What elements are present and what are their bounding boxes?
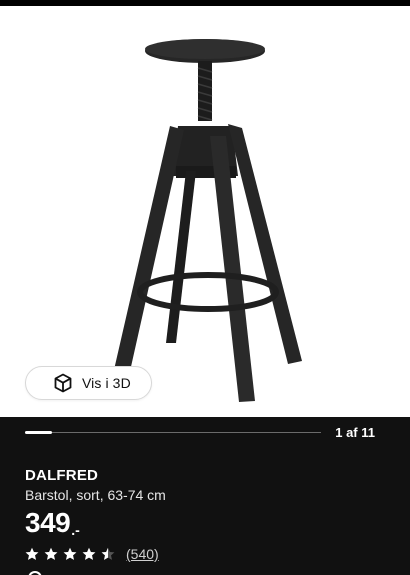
price-amount: 349	[25, 507, 71, 538]
product-name: DALFRED	[25, 467, 99, 484]
image-counter: 1 af 11	[335, 425, 375, 440]
product-price: 349 .-	[25, 506, 80, 540]
pager-track	[25, 432, 321, 433]
view-in-3d-label: Vis i 3D	[82, 375, 131, 391]
cube-icon	[54, 373, 72, 393]
product-description: Barstol, sort, 63-74 cm	[25, 487, 166, 503]
rating-stars	[25, 547, 120, 561]
product-image[interactable]	[0, 6, 410, 417]
image-pager: 1 af 11	[25, 424, 385, 444]
star-full-icon	[82, 547, 96, 560]
star-full-icon	[44, 547, 58, 560]
star-full-icon	[63, 547, 77, 560]
price-suffix: .-	[71, 522, 80, 538]
product-rating[interactable]: (540)	[25, 545, 159, 563]
star-full-icon	[25, 547, 39, 560]
partial-icon	[28, 571, 42, 575]
product-image-gallery[interactable]: Vis i 3D	[0, 6, 410, 417]
product-page: Vis i 3D 1 af 11 DALFRED Barstol, sort, …	[0, 0, 410, 575]
pager-progress	[25, 431, 52, 434]
review-count-link[interactable]: (540)	[126, 546, 159, 562]
star-half-icon	[101, 547, 115, 560]
view-in-3d-button[interactable]: Vis i 3D	[25, 366, 152, 400]
